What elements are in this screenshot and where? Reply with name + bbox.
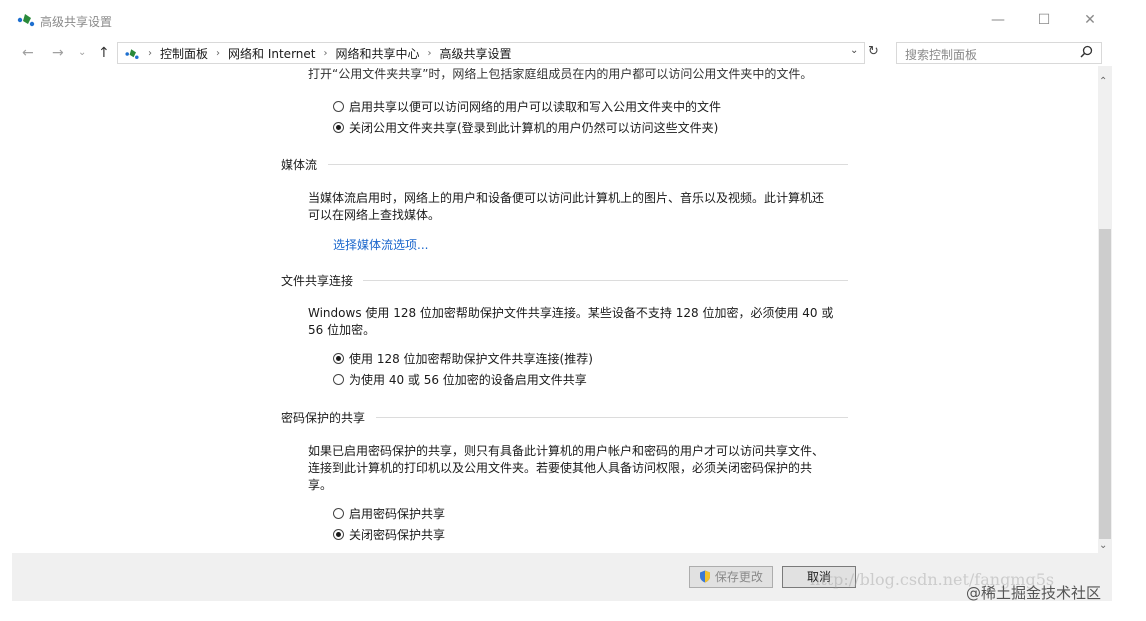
file-sharing-description-line2: 56 位加密。 [308, 323, 376, 337]
section-divider [376, 417, 848, 418]
password-sharing-description-line1: 如果已启用密码保护的共享，则只有具备此计算机的用户帐户和密码的用户才可以访问共享… [308, 444, 825, 458]
public-folder-description: 打开“公用文件夹共享”时，网络上包括家庭组成员在内的用户都可以访问公用文件夹中的… [308, 68, 813, 81]
maximize-button[interactable]: ☐ [1030, 8, 1058, 32]
password-sharing-disable-radio[interactable] [333, 529, 344, 540]
back-button[interactable]: ← [22, 45, 34, 61]
scrollbar-thumb[interactable] [1099, 229, 1111, 539]
network-icon [125, 48, 139, 59]
public-folder-disable-label[interactable]: 关闭公用文件夹共享(登录到此计算机的用户仍然可以访问这些文件夹) [349, 119, 718, 136]
media-streaming-options-link[interactable]: 选择媒体流选项... [333, 236, 428, 253]
save-changes-button[interactable]: 保存更改 [689, 566, 773, 588]
public-folder-enable-radio[interactable] [333, 101, 344, 112]
scroll-up-button[interactable]: ⌃ [1099, 76, 1107, 87]
password-sharing-description-line2: 连接到此计算机的打印机以及公用文件夹。若要使其他人具备访问权限，必须关闭密码保护… [308, 461, 813, 475]
media-streaming-heading: 媒体流 [281, 158, 318, 172]
up-button[interactable]: ↑ [98, 45, 110, 61]
encryption-128-radio[interactable] [333, 353, 344, 364]
public-folder-enable-label[interactable]: 启用共享以便可以访问网络的用户可以读取和写入公用文件夹中的文件 [349, 98, 721, 115]
file-sharing-description-line1: Windows 使用 128 位加密帮助保护文件共享连接。某些设备不支持 128… [308, 306, 834, 320]
close-button[interactable]: ✕ [1076, 8, 1104, 32]
encryption-40-56-radio[interactable] [333, 374, 344, 385]
recent-locations-button[interactable]: ⌄ [78, 45, 86, 61]
password-sharing-disable-label[interactable]: 关闭密码保护共享 [349, 526, 445, 543]
encryption-128-label[interactable]: 使用 128 位加密帮助保护文件共享连接(推荐) [349, 350, 593, 367]
section-divider [363, 280, 848, 281]
public-folder-disable-radio[interactable] [333, 122, 344, 133]
chevron-right-icon: › [427, 48, 432, 59]
encryption-40-56-label[interactable]: 为使用 40 或 56 位加密的设备启用文件共享 [349, 371, 587, 388]
section-divider [328, 164, 848, 165]
breadcrumb-item-control-panel[interactable]: 控制面板 [160, 45, 208, 62]
chevron-right-icon: › [216, 48, 221, 59]
chevron-right-icon: › [148, 48, 152, 59]
window-title: 高级共享设置 [40, 15, 113, 29]
save-changes-label: 保存更改 [714, 570, 763, 584]
breadcrumb: › 控制面板 › 网络和 Internet › 网络和共享中心 › 高级共享设置 [124, 45, 512, 62]
address-dropdown-button[interactable]: ⌄ [850, 45, 858, 56]
juejin-watermark: @稀土掘金技术社区 [966, 584, 1102, 602]
password-sharing-description-line3: 享。 [308, 478, 333, 492]
minimize-button[interactable]: — [984, 8, 1012, 32]
breadcrumb-item-network-sharing-center[interactable]: 网络和共享中心 [335, 45, 419, 62]
media-streaming-description-line1: 当媒体流启用时，网络上的用户和设备便可以访问此计算机上的图片、音乐以及视频。此计… [308, 191, 825, 205]
password-sharing-heading: 密码保护的共享 [281, 411, 366, 425]
file-sharing-heading: 文件共享连接 [281, 274, 354, 288]
forward-button[interactable]: → [52, 45, 64, 61]
search-placeholder: 搜索控制面板 [905, 48, 978, 62]
chevron-right-icon: › [323, 48, 328, 59]
title-bar [0, 0, 1146, 40]
breadcrumb-item-network-internet[interactable]: 网络和 Internet [228, 45, 315, 62]
password-sharing-enable-label[interactable]: 启用密码保护共享 [349, 505, 445, 522]
media-streaming-description-line2: 可以在网络上查找媒体。 [308, 208, 441, 222]
network-icon [17, 14, 35, 27]
refresh-button[interactable]: ↻ [868, 44, 879, 59]
shield-icon [700, 570, 711, 583]
search-icon[interactable] [1080, 45, 1093, 58]
password-sharing-enable-radio[interactable] [333, 508, 344, 519]
breadcrumb-item-advanced-sharing[interactable]: 高级共享设置 [440, 45, 512, 62]
scroll-down-button[interactable]: ⌄ [1099, 540, 1107, 551]
